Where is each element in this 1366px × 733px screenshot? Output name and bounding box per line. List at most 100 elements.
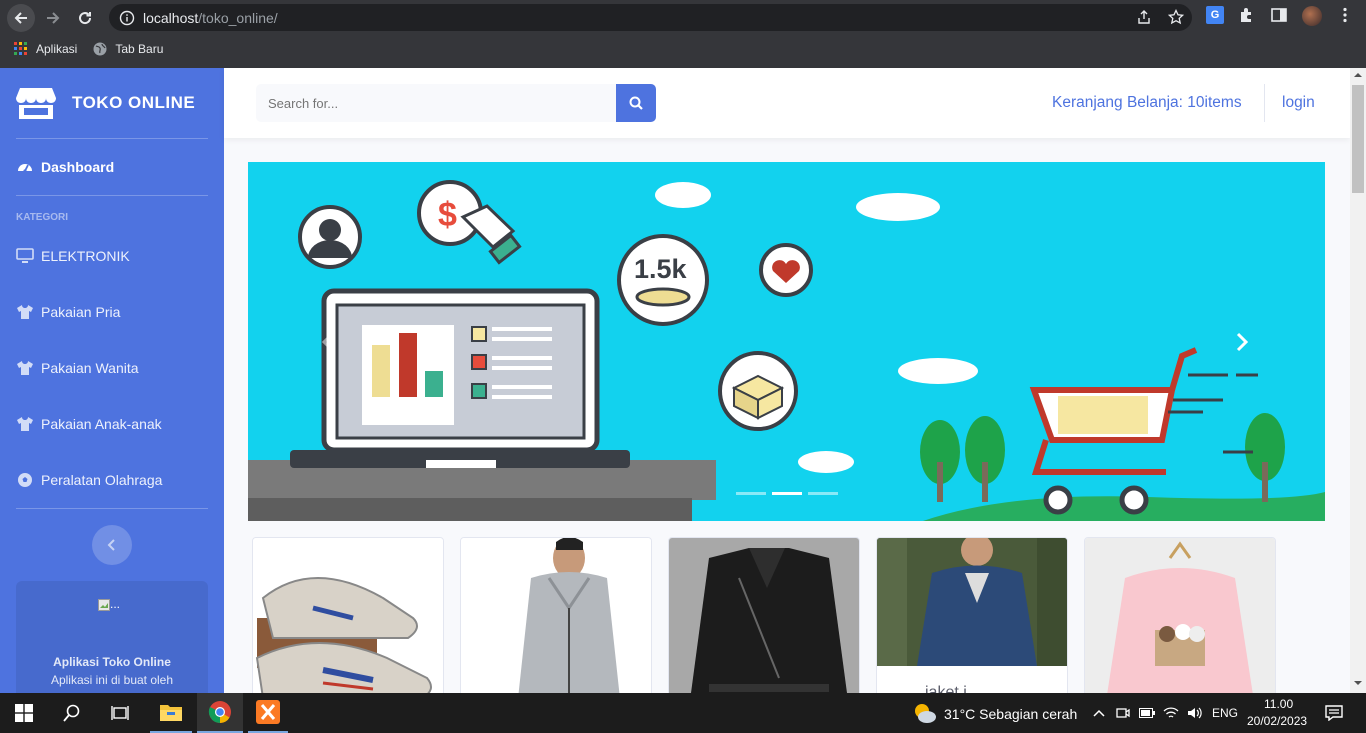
bookmarks-bar: Aplikasi Tab Baru [0, 38, 163, 60]
sidebar-card: ... Aplikasi Toko Online Aplikasi ini di… [16, 581, 208, 693]
windows-taskbar: 31°C Sebagian cerah ENG 11.00 20/02/2023 [0, 693, 1366, 733]
product-card[interactable] [668, 537, 860, 707]
sidebar-item-label: ELEKTRONIK [41, 248, 130, 264]
weather-text[interactable]: 31°C Sebagian cerah [944, 706, 1077, 722]
xampp-taskbar-button[interactable] [248, 693, 288, 733]
login-link[interactable]: login [1282, 94, 1315, 112]
notification-icon [1325, 705, 1343, 721]
sidebar-item-elektronik[interactable]: ELEKTRONIK [0, 228, 224, 284]
tachometer-icon [16, 158, 34, 176]
task-view-icon [111, 706, 129, 720]
sidebar-divider [16, 195, 208, 196]
product-image-pink-hoodie [1085, 538, 1275, 706]
sidebar-item-dashboard[interactable]: Dashboard [0, 139, 224, 195]
banner-1-5k-text: 1.5k [634, 254, 688, 284]
sidebar: TOKO ONLINE Dashboard KATEGORI ELEKTRONI… [0, 68, 224, 693]
product-card[interactable] [460, 537, 652, 707]
taskbar-search-button[interactable] [56, 693, 88, 733]
start-button[interactable] [10, 693, 38, 733]
bookmark-label: Aplikasi [36, 42, 78, 56]
browser-chrome: localhost/toko_online/ G Aplikasi Tab Ba… [0, 0, 1366, 68]
tshirt-icon [16, 303, 34, 321]
brand-title: TOKO ONLINE [72, 93, 196, 112]
tshirt-icon [16, 415, 34, 433]
broken-image-alt: ... [110, 597, 121, 611]
product-card[interactable] [1084, 537, 1276, 707]
volume-icon[interactable] [1186, 693, 1204, 733]
topbar: Keranjang Belanja: 10items login [224, 68, 1350, 138]
battery-icon[interactable] [1138, 693, 1156, 733]
product-image-grey-hoodie [461, 538, 651, 706]
sidebar-item-pakaian-pria[interactable]: Pakaian Pria [0, 284, 224, 340]
desktop-icon [16, 247, 34, 265]
bookmark-star-icon[interactable] [1168, 9, 1184, 25]
task-view-button[interactable] [104, 693, 136, 733]
football-icon [16, 471, 34, 489]
search-input[interactable] [256, 84, 616, 122]
page-scrollbar[interactable] [1350, 68, 1366, 693]
sidebar-item-label: Pakaian Pria [41, 304, 121, 320]
chevron-up-icon[interactable] [1090, 693, 1108, 733]
xampp-icon [256, 700, 280, 724]
extensions-area: G [1206, 6, 1354, 26]
svg-text:$: $ [438, 196, 457, 234]
sidebar-item-pakaian-anak[interactable]: Pakaian Anak-anak [0, 396, 224, 452]
sidebar-item-pakaian-wanita[interactable]: Pakaian Wanita [0, 340, 224, 396]
wifi-icon[interactable] [1162, 693, 1180, 733]
sidebar-toggle-button[interactable] [92, 525, 132, 565]
clock-date[interactable]: 20/02/2023 [1247, 714, 1307, 728]
product-card[interactable]: jaket j... [876, 537, 1068, 707]
bookmark-tab-baru[interactable]: Tab Baru [93, 42, 163, 56]
topbar-divider [1264, 84, 1265, 122]
search-icon [63, 704, 80, 722]
chevron-left-icon [107, 539, 115, 551]
url-host: localhost [143, 9, 199, 26]
sidebar-heading: KATEGORI [16, 212, 69, 223]
search-button[interactable] [616, 84, 656, 122]
share-icon[interactable] [1136, 9, 1152, 25]
arrow-right-icon [47, 11, 60, 24]
store-icon [16, 88, 56, 119]
meet-now-icon[interactable] [1114, 693, 1132, 733]
info-icon[interactable] [119, 10, 135, 26]
carousel-indicator-active[interactable] [772, 492, 802, 495]
sidebar-divider [16, 508, 208, 509]
sidebar-brand[interactable]: TOKO ONLINE [0, 68, 224, 138]
bookmark-aplikasi[interactable]: Aplikasi [14, 42, 77, 56]
windows-logo-icon [15, 704, 33, 722]
forward-button[interactable] [39, 4, 67, 32]
side-panel-icon[interactable] [1270, 6, 1288, 24]
reload-button[interactable] [71, 4, 99, 32]
clock-time[interactable]: 11.00 [1264, 697, 1293, 711]
carousel-indicator[interactable] [808, 492, 838, 495]
input-language[interactable]: ENG [1212, 706, 1238, 720]
translate-extension-icon[interactable]: G [1206, 6, 1224, 24]
cart-link[interactable]: Keranjang Belanja: 10items [1052, 94, 1242, 112]
sidebar-item-label: Pakaian Anak-anak [41, 416, 162, 432]
partly-sunny-icon [915, 704, 936, 723]
banner-carousel[interactable]: $ 1.5k [248, 162, 1325, 521]
scrollbar-thumb[interactable] [1352, 85, 1364, 193]
weather-widget-icon[interactable] [912, 693, 938, 733]
tshirt-icon [16, 359, 34, 377]
sidebar-item-peralatan-olahraga[interactable]: Peralatan Olahraga [0, 452, 224, 508]
chevron-right-icon[interactable] [1236, 332, 1249, 352]
more-menu-icon[interactable] [1336, 6, 1354, 24]
puzzle-icon[interactable] [1238, 6, 1256, 24]
address-bar[interactable]: localhost/toko_online/ [109, 4, 1192, 31]
product-image-sneakers [253, 538, 443, 706]
carousel-indicator[interactable] [736, 492, 766, 495]
back-button[interactable] [7, 3, 35, 32]
file-explorer-button[interactable] [150, 693, 192, 733]
chrome-taskbar-button[interactable] [197, 693, 243, 733]
url-text[interactable]: localhost/toko_online/ [143, 10, 278, 26]
sidebar-item-label: Dashboard [41, 159, 115, 175]
notifications-button[interactable] [1322, 693, 1346, 733]
scroll-up-arrow-icon[interactable] [1350, 68, 1366, 82]
profile-avatar[interactable] [1302, 6, 1322, 26]
sidebar-item-label: Pakaian Wanita [41, 360, 139, 376]
product-card[interactable] [252, 537, 444, 707]
scroll-down-arrow-icon[interactable] [1350, 676, 1366, 690]
chrome-icon [208, 701, 231, 723]
sidebar-item-label: Peralatan Olahraga [41, 472, 163, 488]
